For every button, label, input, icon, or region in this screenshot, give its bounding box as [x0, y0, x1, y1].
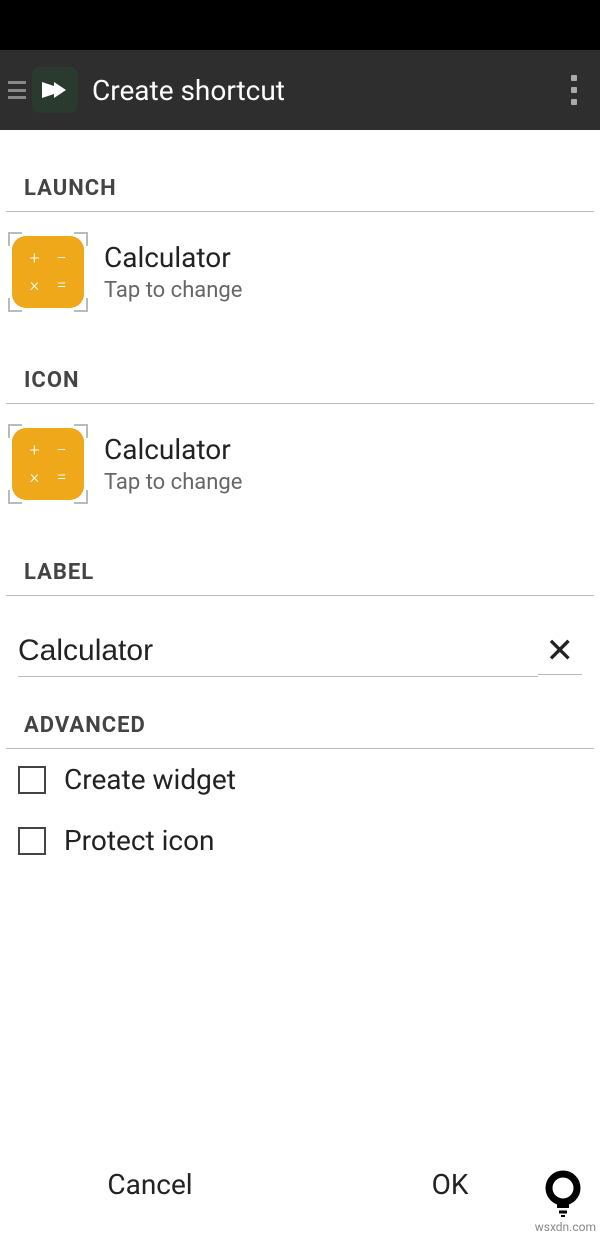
- launch-sub: Tap to change: [104, 278, 242, 303]
- label-input[interactable]: [18, 626, 538, 677]
- hamburger-icon[interactable]: [8, 81, 26, 99]
- app-logo-icon: [32, 67, 78, 113]
- icon-sub: Tap to change: [104, 470, 242, 495]
- launch-title: Calculator: [104, 241, 242, 274]
- section-header-icon: ICON: [6, 332, 594, 404]
- protect-icon-label: Protect icon: [64, 824, 215, 857]
- protect-icon-row[interactable]: Protect icon: [0, 810, 600, 871]
- clear-icon[interactable]: ✕: [538, 628, 583, 675]
- create-widget-row[interactable]: Create widget: [0, 749, 600, 810]
- app-bar: Create shortcut: [0, 50, 600, 130]
- cancel-button[interactable]: Cancel: [0, 1148, 300, 1221]
- section-header-advanced: ADVANCED: [6, 677, 594, 749]
- icon-title: Calculator: [104, 433, 242, 466]
- lightbulb-icon[interactable]: [536, 1164, 590, 1224]
- overflow-menu-icon[interactable]: [556, 75, 592, 105]
- create-widget-label: Create widget: [64, 763, 236, 796]
- app-title: Create shortcut: [92, 74, 556, 107]
- calculator-icon: +−×=: [12, 428, 84, 500]
- calculator-icon: +−×=: [12, 236, 84, 308]
- watermark: wsxdn.com: [535, 1220, 596, 1234]
- section-header-label: LABEL: [6, 524, 594, 596]
- footer: Cancel OK: [0, 1134, 600, 1234]
- create-widget-checkbox[interactable]: [18, 766, 46, 794]
- protect-icon-checkbox[interactable]: [18, 827, 46, 855]
- icon-row[interactable]: +−×= Calculator Tap to change: [0, 404, 600, 524]
- content: LAUNCH +−×= Calculator Tap to change ICO…: [0, 130, 600, 1234]
- launch-row[interactable]: +−×= Calculator Tap to change: [0, 212, 600, 332]
- section-header-launch: LAUNCH: [6, 130, 594, 212]
- status-bar: [0, 0, 600, 50]
